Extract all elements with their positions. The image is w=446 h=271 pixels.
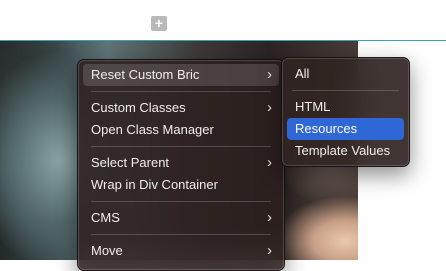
menu-item-move[interactable]: Move › — [83, 240, 279, 262]
menu-item-label: Select Parent — [91, 155, 170, 170]
menu-item-label: Template Values — [295, 143, 391, 158]
designer-toolbar: + — [0, 0, 446, 41]
plus-square-icon[interactable]: + — [151, 16, 167, 31]
submenu-item-all[interactable]: All — [287, 63, 404, 85]
chevron-right-icon: › — [267, 66, 272, 83]
menu-item-label: Resources — [295, 121, 358, 136]
menu-item-wrap-in-div-container[interactable]: Wrap in Div Container — [83, 174, 279, 196]
menu-item-label: Wrap in Div Container — [91, 177, 218, 192]
chevron-right-icon: › — [267, 99, 272, 116]
chevron-right-icon: › — [267, 242, 272, 259]
context-menu: Reset Custom Bric › Custom Classes › Ope… — [77, 59, 285, 271]
menu-item-reset-custom-bric[interactable]: Reset Custom Bric › — [83, 64, 279, 86]
menu-separator — [91, 146, 271, 147]
menu-separator — [91, 91, 271, 92]
menu-item-label: CMS — [91, 210, 120, 225]
menu-item-label: Open Class Manager — [91, 122, 214, 137]
chevron-right-icon: › — [267, 154, 272, 171]
submenu-reset-custom-bric: All HTML Resources Template Values — [281, 57, 410, 167]
menu-separator — [91, 201, 271, 202]
menu-item-label: HTML — [295, 99, 331, 114]
submenu-item-html[interactable]: HTML — [287, 96, 404, 118]
menu-item-label: Reset Custom Bric — [91, 67, 200, 82]
menu-item-label: Move — [91, 243, 123, 258]
menu-item-cms[interactable]: CMS › — [83, 207, 279, 229]
menu-separator — [292, 90, 399, 91]
menu-separator — [91, 234, 271, 235]
submenu-item-template-values[interactable]: Template Values — [287, 140, 404, 162]
menu-item-label: All — [295, 66, 310, 81]
chevron-right-icon: › — [267, 209, 272, 226]
menu-item-label: Custom Classes — [91, 100, 186, 115]
submenu-item-resources[interactable]: Resources — [287, 118, 404, 140]
menu-item-custom-classes[interactable]: Custom Classes › — [83, 97, 279, 119]
menu-item-select-parent[interactable]: Select Parent › — [83, 152, 279, 174]
menu-item-open-class-manager[interactable]: Open Class Manager — [83, 119, 279, 141]
